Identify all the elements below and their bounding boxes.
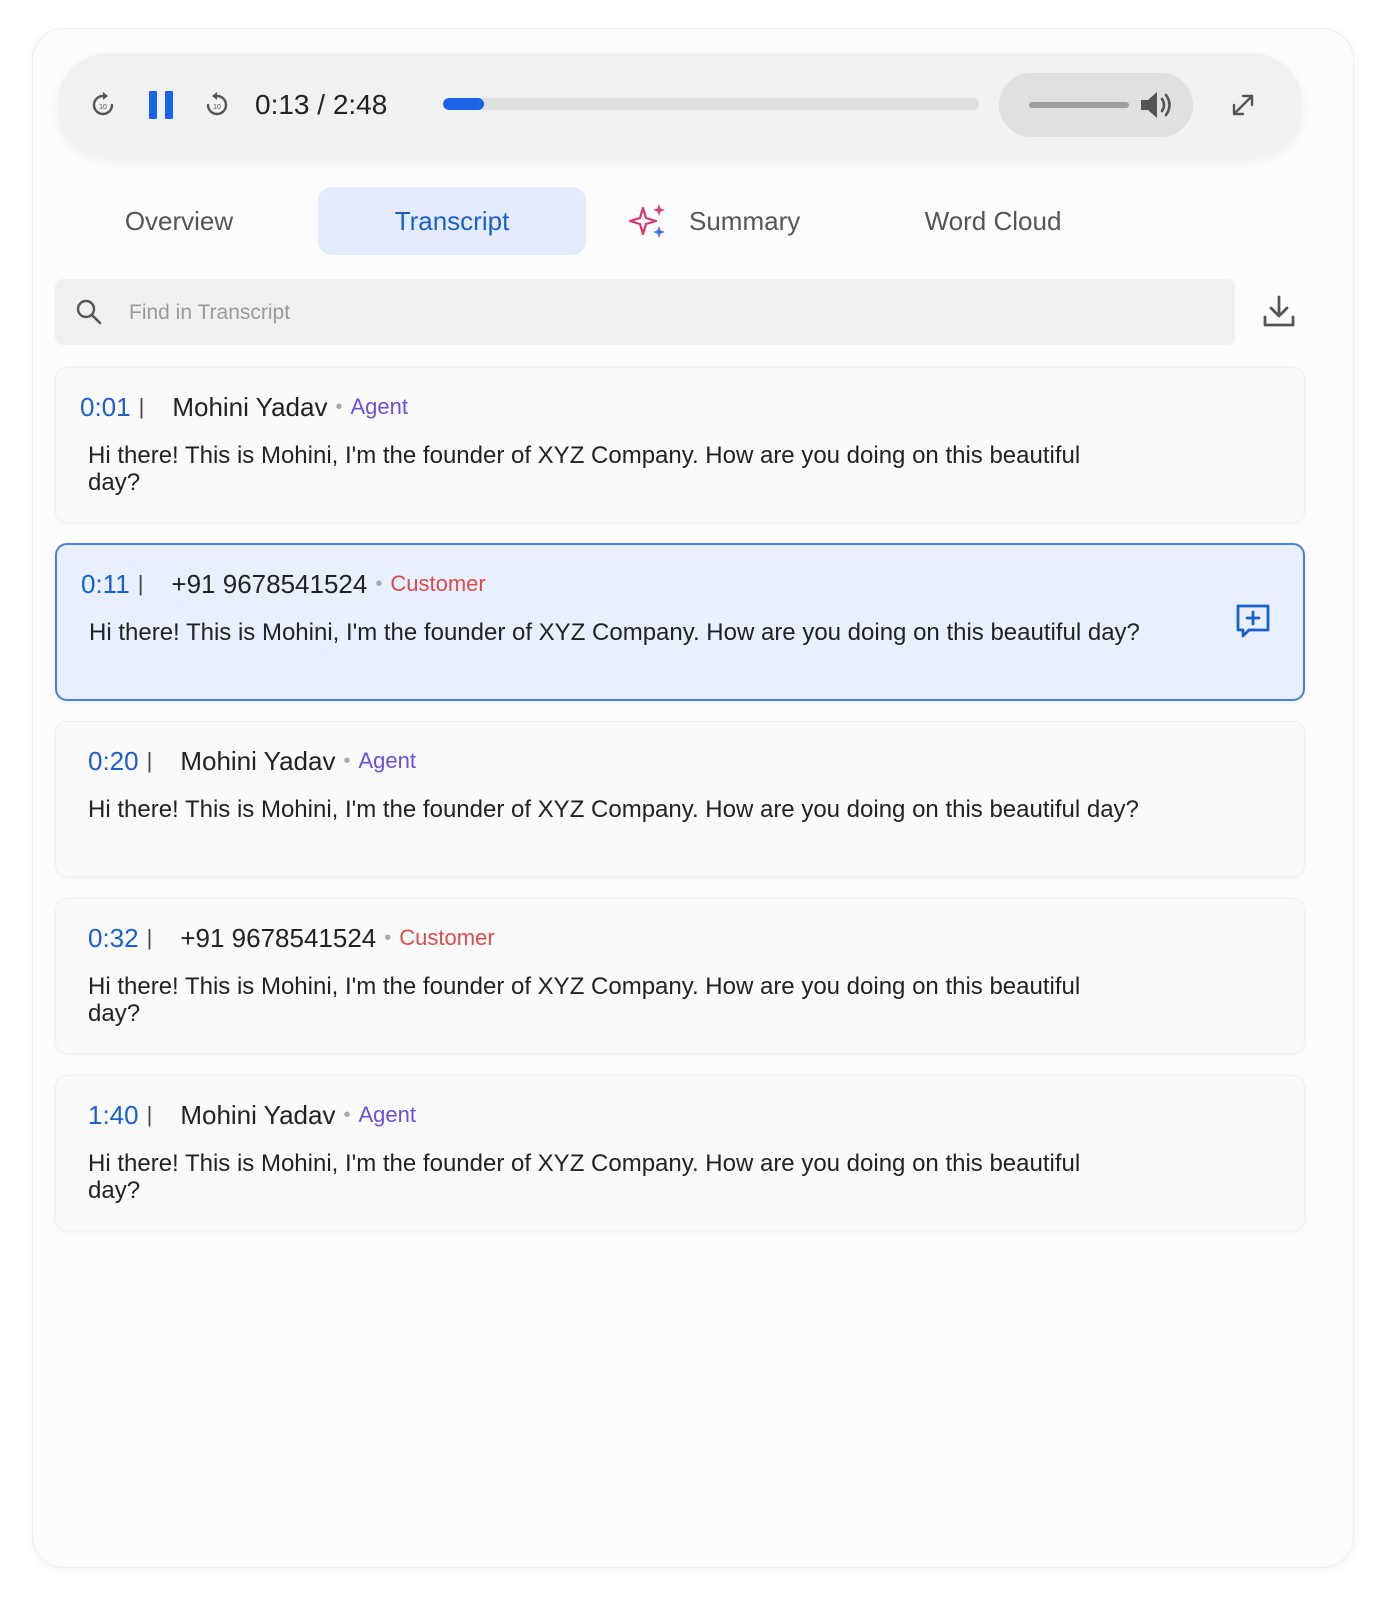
transcript-entry[interactable]: 1:40 | Mohini Yadav • Agent Hi there! Th… xyxy=(55,1075,1305,1231)
tab-bar: Overview Transcript Summary Word Cloud xyxy=(33,187,1353,257)
bullet-dot: • xyxy=(375,572,383,595)
entry-text: Hi there! This is Mohini, I'm the founde… xyxy=(88,442,1081,496)
speaker-role: Agent xyxy=(350,394,408,419)
volume-control[interactable] xyxy=(999,73,1193,137)
transcript-entry-selected[interactable]: 0:11 | +91 9678541524 • Customer Hi ther… xyxy=(55,543,1305,701)
speaker-name: +91 9678541524 xyxy=(171,568,368,599)
tab-overview[interactable]: Overview xyxy=(73,187,285,255)
rewind-10-icon[interactable]: 10 xyxy=(87,89,119,121)
pause-button[interactable] xyxy=(145,87,177,123)
bullet-dot: • xyxy=(384,926,392,949)
transcript-panel: 10 10 0:13 / 2:48 Overview Transcript Su… xyxy=(32,28,1354,1568)
entry-timestamp[interactable]: 1:40 xyxy=(88,1100,139,1131)
tab-transcript[interactable]: Transcript xyxy=(318,187,586,255)
tab-label: Summary xyxy=(689,205,801,236)
entry-timestamp[interactable]: 0:20 xyxy=(88,746,139,777)
separator: | xyxy=(146,1102,153,1127)
sparkle-icon xyxy=(629,202,669,240)
transcript-entry[interactable]: 0:01 | Mohini Yadav • Agent Hi there! Th… xyxy=(55,367,1305,523)
entry-text: Hi there! This is Mohini, I'm the founde… xyxy=(89,619,1140,646)
speaker-name: Mohini Yadav xyxy=(172,391,328,422)
tab-summary[interactable]: Summary xyxy=(629,187,829,255)
speaker-role: Agent xyxy=(358,1102,416,1127)
transcript-entry[interactable]: 0:32 | +91 9678541524 • Customer Hi ther… xyxy=(55,898,1305,1054)
expand-icon[interactable] xyxy=(1227,89,1259,121)
tab-label: Word Cloud xyxy=(924,205,1062,236)
entry-timestamp[interactable]: 0:32 xyxy=(88,923,139,954)
speaker-role: Customer xyxy=(399,925,495,950)
entry-text: Hi there! This is Mohini, I'm the founde… xyxy=(88,1150,1081,1204)
speaker-name: Mohini Yadav xyxy=(180,1099,336,1130)
volume-icon[interactable] xyxy=(1137,89,1179,121)
entry-timestamp[interactable]: 0:01 xyxy=(80,392,131,423)
separator: | xyxy=(137,571,144,596)
separator: | xyxy=(138,394,145,419)
volume-fill xyxy=(1029,102,1129,108)
transcript-entry[interactable]: 0:20 | Mohini Yadav • Agent Hi there! Th… xyxy=(55,721,1305,877)
volume-slider[interactable] xyxy=(1029,102,1129,108)
forward-10-icon[interactable]: 10 xyxy=(201,89,233,121)
tab-label: Transcript xyxy=(394,205,510,236)
entry-text: Hi there! This is Mohini, I'm the founde… xyxy=(88,973,1081,1027)
svg-text:10: 10 xyxy=(213,104,221,111)
separator: | xyxy=(146,925,153,950)
pause-icon xyxy=(149,91,173,119)
speaker-role: Agent xyxy=(358,748,416,773)
download-icon[interactable] xyxy=(1261,293,1299,331)
separator: | xyxy=(146,748,153,773)
audio-player: 10 10 0:13 / 2:48 xyxy=(57,53,1303,157)
search-icon xyxy=(75,298,103,331)
progress-fill xyxy=(443,98,485,110)
transcript-search xyxy=(55,279,1235,347)
tab-label: Overview xyxy=(124,205,234,236)
svg-text:10: 10 xyxy=(99,104,107,111)
tab-word-cloud[interactable]: Word Cloud xyxy=(903,187,1083,255)
bullet-dot: • xyxy=(343,1103,351,1126)
speaker-name: +91 9678541524 xyxy=(180,922,377,953)
add-comment-icon[interactable] xyxy=(1235,603,1273,641)
playback-time: 0:13 / 2:48 xyxy=(255,89,388,120)
entry-timestamp[interactable]: 0:11 xyxy=(81,569,130,600)
progress-bar[interactable] xyxy=(443,98,979,110)
bullet-dot: • xyxy=(343,749,351,772)
entry-text: Hi there! This is Mohini, I'm the founde… xyxy=(88,796,1139,823)
speaker-role: Customer xyxy=(390,571,486,596)
speaker-name: Mohini Yadav xyxy=(180,745,336,776)
search-input[interactable] xyxy=(127,279,1221,347)
bullet-dot: • xyxy=(335,395,343,418)
